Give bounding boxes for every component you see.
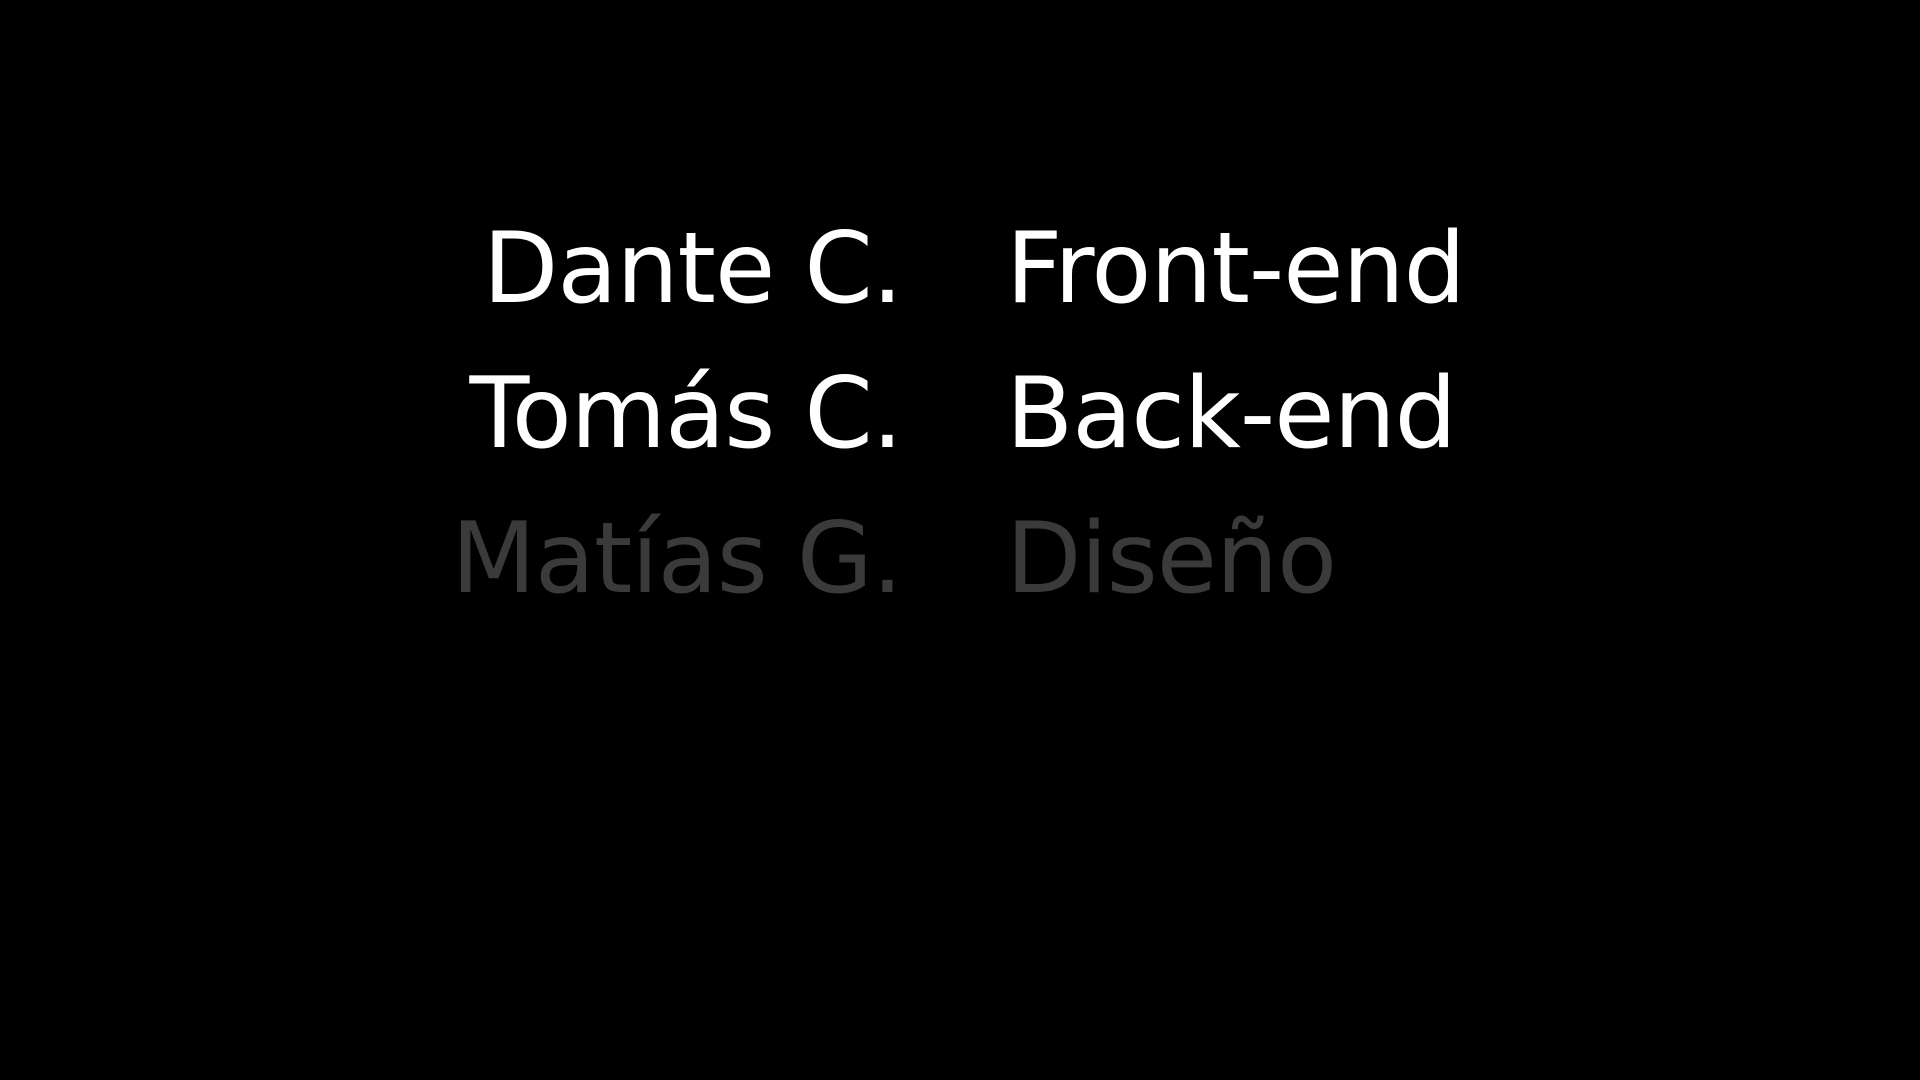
credits-list: Dante C. Front-end Tomás C. Back-end Mat…	[0, 196, 1920, 631]
credit-row: Dante C. Front-end	[0, 196, 1920, 341]
credit-row: Tomás C. Back-end	[0, 341, 1920, 486]
credit-role: Diseño	[1006, 501, 1337, 616]
credit-name: Tomás C.	[469, 356, 903, 471]
credit-role: Front-end	[1006, 211, 1466, 326]
credit-role: Back-end	[1006, 356, 1457, 471]
credit-name: Matías G.	[451, 501, 903, 616]
credit-name: Dante C.	[482, 211, 903, 326]
credits-stage: Dante C. Front-end Tomás C. Back-end Mat…	[0, 0, 1920, 1080]
credit-row: Matías G. Diseño	[0, 486, 1920, 631]
